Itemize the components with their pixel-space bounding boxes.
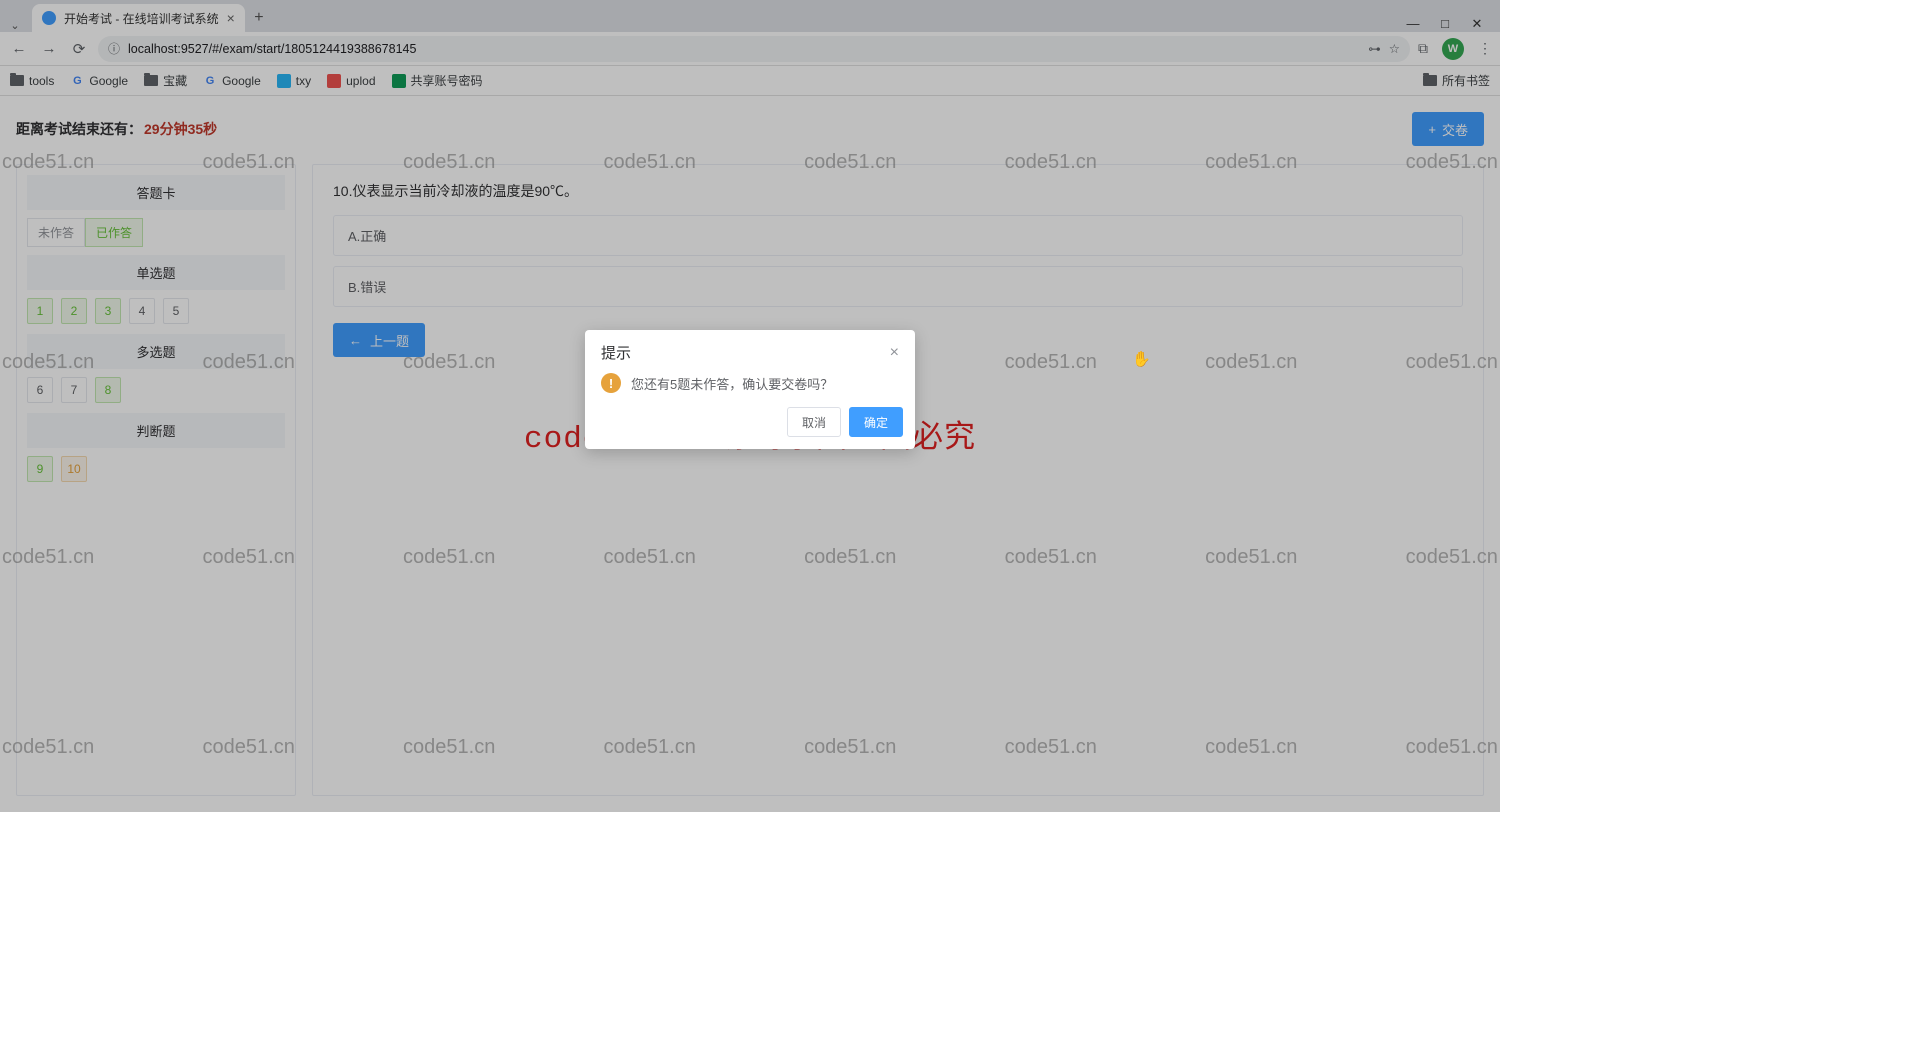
confirm-dialog: 提示 × ! 您还有5题未作答，确认要交卷吗？ 取消 确定 bbox=[585, 330, 915, 449]
dialog-message: 您还有5题未作答，确认要交卷吗？ bbox=[631, 374, 833, 393]
warning-icon: ! bbox=[601, 373, 621, 393]
modal-overlay[interactable]: 提示 × ! 您还有5题未作答，确认要交卷吗？ 取消 确定 bbox=[0, 0, 1500, 812]
ok-button[interactable]: 确定 bbox=[849, 407, 903, 437]
cancel-button[interactable]: 取消 bbox=[787, 407, 841, 437]
dialog-title: 提示 bbox=[601, 342, 631, 363]
close-icon[interactable]: × bbox=[890, 344, 899, 362]
